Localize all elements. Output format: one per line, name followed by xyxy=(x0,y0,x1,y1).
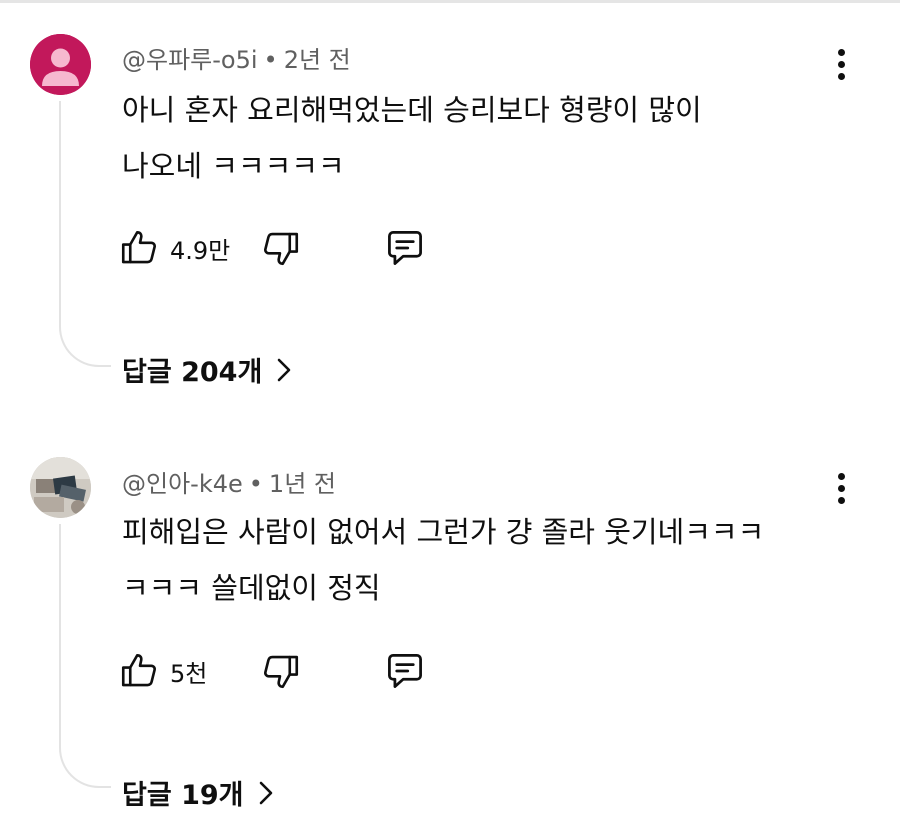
comment-text-line: ㅋㅋㅋ 쓸데없이 정직 xyxy=(122,571,381,605)
meta-separator: • xyxy=(263,46,278,74)
like-button[interactable]: 4.9만 xyxy=(118,225,230,271)
more-options-button[interactable] xyxy=(826,468,856,508)
comment-time: 2년 전 xyxy=(283,46,351,74)
comment-time: 1년 전 xyxy=(268,470,336,498)
more-vertical-icon xyxy=(837,48,845,56)
thread-line xyxy=(59,101,111,367)
like-count: 4.9만 xyxy=(170,236,231,265)
author-name[interactable]: @인아-k4e xyxy=(122,470,243,498)
thread-line xyxy=(59,524,111,788)
chevron-right-icon xyxy=(259,781,272,804)
meta-separator: • xyxy=(248,470,263,498)
replies-label: 답글 19개 xyxy=(122,780,244,811)
comment-text: 피해입은 사람이 없어서 그런가 걍 졸라 웃기네ㅋㅋㅋ ㅋㅋㅋ 쓸데없이 정직 xyxy=(122,504,842,616)
dislike-button[interactable] xyxy=(260,648,302,694)
replies-label: 답글 204개 xyxy=(122,357,263,388)
like-count: 5천 xyxy=(170,659,208,688)
reply-icon xyxy=(388,654,422,688)
reply-button[interactable] xyxy=(383,225,427,271)
author-name[interactable]: @우파루-o5i xyxy=(122,46,258,74)
comment-meta: @우파루-o5i • 2년 전 xyxy=(122,40,351,75)
avatar[interactable] xyxy=(30,34,91,95)
more-vertical-icon xyxy=(837,472,845,480)
like-button[interactable]: 5천 xyxy=(118,648,207,694)
thumbs-up-icon xyxy=(121,653,156,687)
chevron-right-icon xyxy=(277,358,291,381)
replies-button[interactable]: 답글 19개 xyxy=(122,773,274,812)
avatar[interactable] xyxy=(30,457,91,518)
comment-actions: 4.9만 xyxy=(118,225,448,271)
replies-button[interactable]: 답글 204개 xyxy=(122,350,292,389)
comment-meta: @인아-k4e • 1년 전 xyxy=(122,464,336,499)
more-options-button[interactable] xyxy=(826,44,856,84)
comment-text: 아니 혼자 요리해먹었는데 승리보다 형량이 많이 나오네 ㅋㅋㅋㅋㅋ xyxy=(122,82,842,194)
thumbs-down-icon xyxy=(264,232,299,266)
reply-icon xyxy=(388,231,422,265)
reply-button[interactable] xyxy=(383,648,427,694)
comment-actions: 5천 xyxy=(118,648,448,694)
dislike-button[interactable] xyxy=(260,225,302,271)
top-divider xyxy=(0,0,900,3)
comment-text-line: 나오네 ㅋㅋㅋㅋㅋ xyxy=(122,149,345,183)
comment-text-line: 피해입은 사람이 없어서 그런가 걍 졸라 웃기네ㅋㅋㅋ xyxy=(122,515,765,549)
thumbs-down-icon xyxy=(264,655,299,689)
thumbs-up-icon xyxy=(121,230,156,264)
comment-text-line: 아니 혼자 요리해먹었는데 승리보다 형량이 많이 xyxy=(122,93,702,127)
